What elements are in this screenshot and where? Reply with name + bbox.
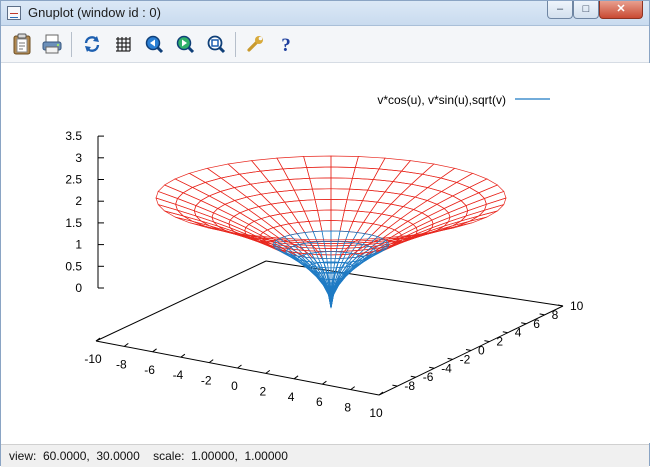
- x-tick: [322, 381, 326, 384]
- surface-plot: v*cos(u), v*sin(u),sqrt(v) 0 0.5 1 1.5 2 2.5 3…: [2, 63, 650, 443]
- y-tick: [484, 341, 489, 342]
- help-icon: ?: [277, 34, 295, 54]
- surface-facet-upper: [307, 167, 331, 178]
- x-tick-label: 0: [231, 379, 238, 393]
- surface-mesh: [156, 156, 506, 308]
- maximize-button[interactable]: □: [573, 1, 599, 19]
- x-tick: [266, 370, 270, 373]
- x-tick-label: -6: [144, 363, 155, 377]
- x-tick-label: 8: [344, 401, 351, 415]
- z-tick-label: 0: [75, 281, 82, 295]
- refresh-icon: [82, 34, 102, 54]
- z-tick-label: 1.5: [65, 216, 82, 230]
- minimize-button[interactable]: –: [547, 1, 573, 19]
- surface-facet-upper: [312, 189, 331, 200]
- zoom-next-button[interactable]: [174, 33, 196, 55]
- x-tick-label: -2: [201, 374, 212, 388]
- unzoom-button[interactable]: [205, 33, 227, 55]
- y-tick-label: 2: [496, 335, 503, 349]
- surface-facet-upper: [331, 178, 352, 189]
- x-tick-label: 4: [288, 390, 295, 404]
- x-tick: [294, 376, 298, 379]
- legend-label: v*cos(u), v*sin(u),sqrt(v): [377, 93, 506, 107]
- wrench-icon: [245, 34, 265, 54]
- printer-icon: [41, 33, 63, 55]
- toolbar-separator: [71, 32, 72, 57]
- z-tick-label: 3.5: [65, 129, 82, 143]
- y-tick: [429, 367, 434, 368]
- window-title: Gnuplot (window id : 0): [28, 5, 161, 20]
- title-bar[interactable]: Gnuplot (window id : 0) – □ ✕: [1, 1, 649, 26]
- z-tick-label: 0.5: [65, 259, 82, 273]
- y-tick-label: -8: [404, 379, 415, 393]
- toggle-grid-button[interactable]: [112, 33, 134, 55]
- y-tick: [466, 350, 471, 351]
- x-tick: [238, 365, 242, 368]
- y-tick-label: -4: [441, 361, 452, 375]
- zoom-prev-icon: [144, 34, 164, 54]
- surface-facet-upper: [331, 167, 355, 178]
- toolbar: ?: [1, 26, 649, 63]
- y-tick-label: 4: [515, 326, 522, 340]
- status-view-scale: view: 60.0000, 30.0000 scale: 1.00000, 1…: [9, 445, 288, 467]
- surface-facet-upper: [310, 178, 331, 189]
- zoom-next-icon: [175, 34, 195, 54]
- unzoom-icon: [206, 34, 226, 54]
- x-tick-label: 6: [316, 395, 323, 409]
- zoom-previous-button[interactable]: [143, 33, 165, 55]
- gnuplot-window: Gnuplot (window id : 0) – □ ✕: [0, 0, 650, 466]
- grid-icon: [114, 35, 132, 53]
- z-tick-label: 1: [75, 238, 82, 252]
- y-tick-label: 0: [478, 344, 485, 358]
- x-tick-label: -10: [84, 352, 102, 366]
- toolbar-separator: [235, 32, 236, 57]
- y-tick: [411, 376, 416, 377]
- x-tick-label: -4: [173, 368, 184, 382]
- clipboard-icon: [12, 33, 32, 55]
- z-tick-label: 2.5: [65, 173, 82, 187]
- x-tick-label: 10: [369, 406, 383, 420]
- y-tick: [540, 314, 545, 315]
- plot-area[interactable]: v*cos(u), v*sin(u),sqrt(v) 0 0.5 1 1.5 2 2.5 3…: [2, 63, 650, 443]
- y-tick: [503, 332, 508, 333]
- options-button[interactable]: [244, 33, 266, 55]
- y-tick: [521, 323, 526, 324]
- y-tick-label: 8: [552, 308, 559, 322]
- surface-facet-upper: [331, 156, 358, 168]
- x-tick-label: 2: [259, 384, 266, 398]
- y-tick-label: -6: [423, 370, 434, 384]
- svg-text:?: ?: [281, 35, 291, 54]
- y-tick-label: 10: [570, 299, 584, 313]
- x-tick: [124, 343, 128, 346]
- x-tick: [209, 360, 213, 363]
- x-tick: [351, 387, 355, 390]
- y-tick-label: 6: [533, 317, 540, 331]
- status-bar: view: 60.0000, 30.0000 scale: 1.00000, 1…: [1, 444, 649, 467]
- surface-facet-upper: [304, 156, 331, 168]
- z-tick-label: 3: [75, 151, 82, 165]
- y-tick: [448, 358, 453, 359]
- left-edge: [96, 261, 266, 341]
- y-tick: [392, 385, 397, 386]
- copy-to-clipboard-button[interactable]: [11, 33, 33, 55]
- surface-facet-upper: [331, 189, 350, 200]
- close-button[interactable]: ✕: [599, 1, 643, 19]
- y-tick-label: -2: [460, 352, 471, 366]
- gnuplot-app-icon[interactable]: [7, 6, 21, 20]
- x-tick-label: -8: [116, 357, 127, 371]
- x-tick: [153, 349, 157, 352]
- help-button[interactable]: ?: [275, 33, 297, 55]
- z-tick-label: 2: [75, 194, 82, 208]
- x-tick: [181, 354, 185, 357]
- replot-button[interactable]: [81, 33, 103, 55]
- print-button[interactable]: [41, 33, 63, 55]
